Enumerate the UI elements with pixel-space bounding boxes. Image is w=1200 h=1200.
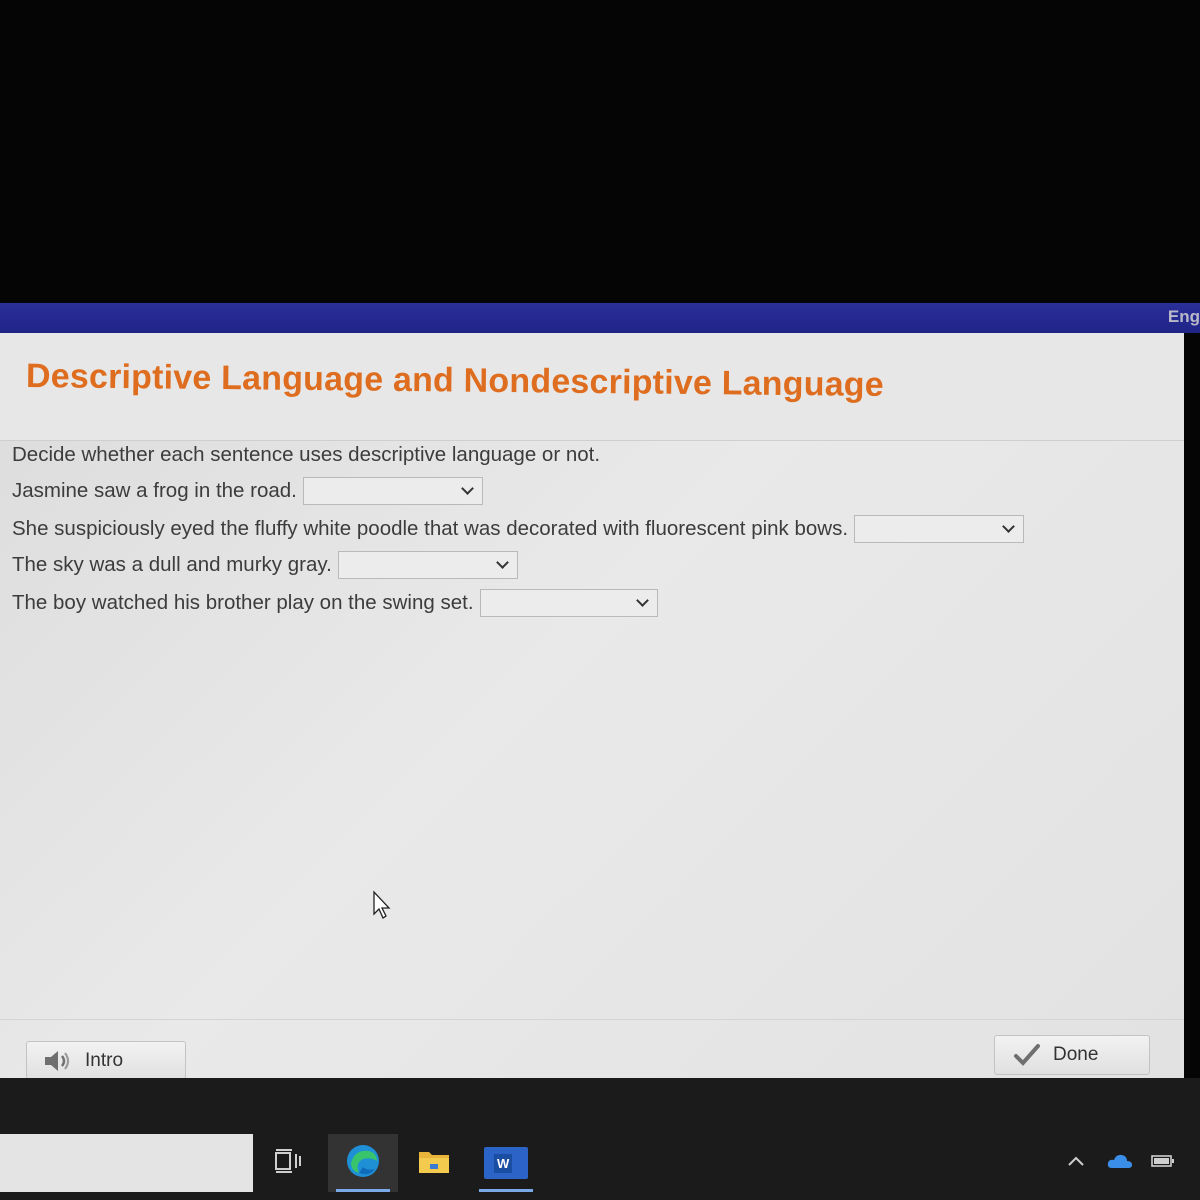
taskbar-search-box[interactable] bbox=[0, 1134, 253, 1192]
edge-icon bbox=[345, 1143, 381, 1184]
task-view-button[interactable] bbox=[262, 1134, 314, 1192]
answer-dropdown-2[interactable] bbox=[854, 515, 1025, 543]
done-button[interactable]: Done bbox=[994, 1035, 1150, 1075]
instructions-text: Decide whether each sentence uses descri… bbox=[12, 443, 601, 466]
answer-dropdown-1[interactable] bbox=[302, 477, 483, 505]
question-row-3: The sky was a dull and murky gray. bbox=[12, 551, 518, 579]
intro-button[interactable]: Intro bbox=[26, 1041, 186, 1081]
taskbar-word[interactable]: W bbox=[476, 1134, 536, 1192]
battery-status[interactable] bbox=[1148, 1134, 1178, 1192]
onedrive-status[interactable] bbox=[1104, 1134, 1136, 1192]
chevron-down-icon bbox=[461, 482, 474, 495]
chevron-down-icon bbox=[635, 594, 649, 607]
battery-icon bbox=[1151, 1154, 1175, 1173]
question-sentence: The sky was a dull and murky gray. bbox=[12, 553, 332, 576]
taskbar-edge[interactable] bbox=[328, 1134, 398, 1192]
file-explorer-icon bbox=[417, 1146, 451, 1181]
onedrive-icon bbox=[1107, 1153, 1133, 1174]
top-bar: Eng bbox=[0, 303, 1200, 333]
active-indicator bbox=[336, 1189, 390, 1192]
page-title: Descriptive Language and Nondescriptive … bbox=[25, 357, 885, 404]
question-sentence: She suspiciously eyed the fluffy white p… bbox=[12, 517, 849, 540]
language-label: Eng bbox=[1167, 307, 1200, 326]
chevron-down-icon bbox=[1002, 520, 1015, 533]
header: Descriptive Language and Nondescriptive … bbox=[0, 333, 1184, 441]
footer-divider bbox=[0, 1019, 1184, 1020]
show-hidden-icons[interactable] bbox=[1062, 1134, 1090, 1192]
question-sentence: The boy watched his brother play on the … bbox=[12, 591, 474, 614]
done-label: Done bbox=[1053, 1044, 1099, 1065]
answer-dropdown-4[interactable] bbox=[479, 589, 658, 617]
taskbar: W bbox=[0, 1078, 1200, 1200]
question-row-2: She suspiciously eyed the fluffy white p… bbox=[12, 515, 1025, 543]
word-icon-letter: W bbox=[494, 1153, 513, 1173]
taskbar-file-explorer[interactable] bbox=[408, 1134, 460, 1192]
question-row-1: Jasmine saw a frog in the road. bbox=[12, 477, 483, 505]
word-icon: W bbox=[484, 1147, 528, 1179]
chevron-down-icon bbox=[495, 556, 509, 569]
activity-window: Descriptive Language and Nondescriptive … bbox=[0, 333, 1184, 1081]
chevron-up-icon bbox=[1067, 1154, 1085, 1172]
question-row-4: The boy watched his brother play on the … bbox=[12, 589, 658, 617]
task-view-icon bbox=[274, 1148, 302, 1179]
question-sentence: Jasmine saw a frog in the road. bbox=[12, 479, 297, 502]
active-indicator bbox=[479, 1189, 533, 1192]
intro-label: Intro bbox=[85, 1050, 124, 1071]
answer-dropdown-3[interactable] bbox=[337, 551, 518, 579]
speaker-icon bbox=[43, 1048, 73, 1074]
cursor-icon bbox=[372, 890, 394, 925]
checkmark-icon bbox=[1013, 1043, 1041, 1067]
instructions: Decide whether each sentence uses descri… bbox=[12, 443, 600, 467]
